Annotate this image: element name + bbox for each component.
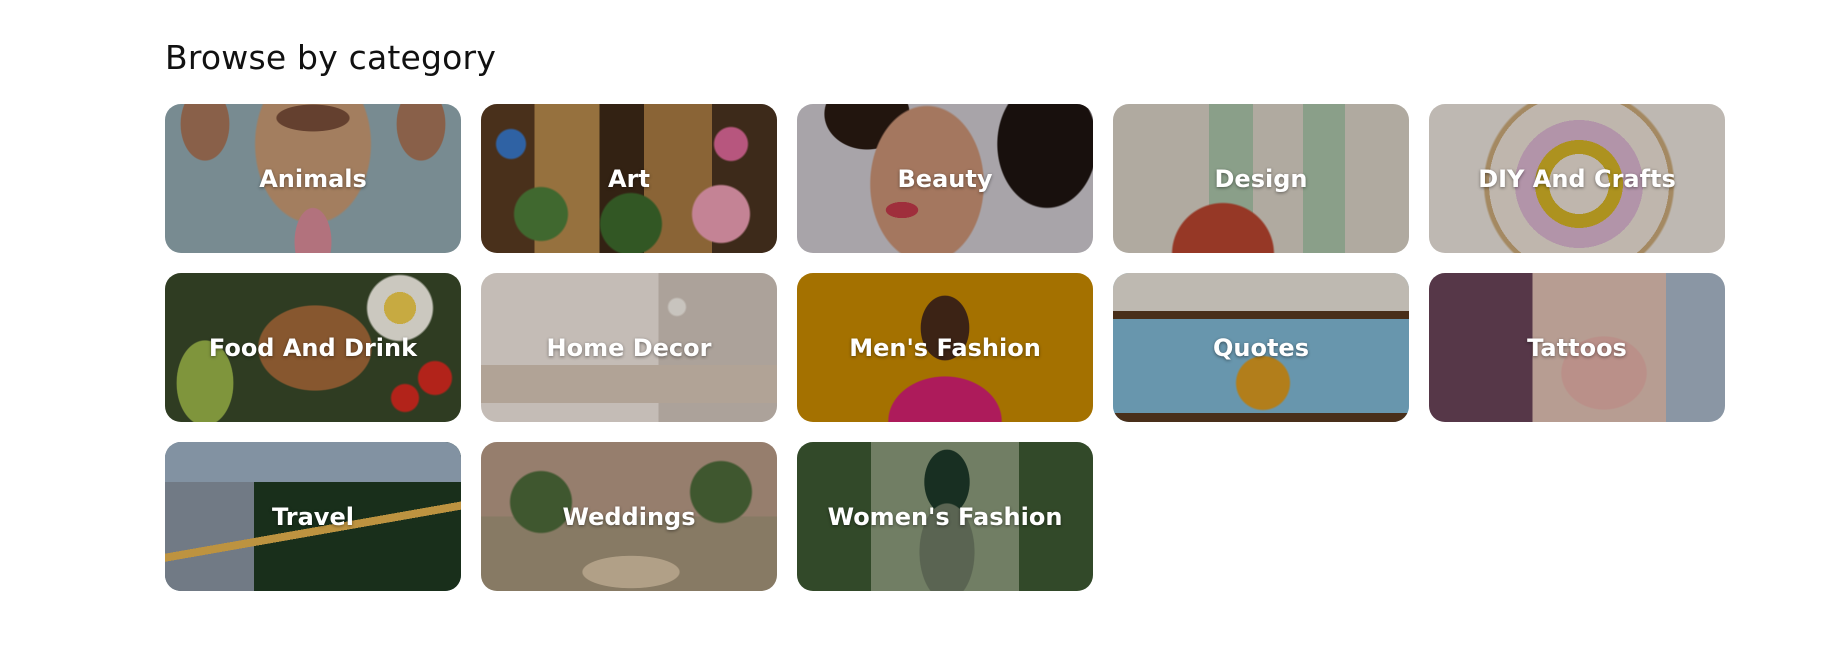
category-tile-travel[interactable]: Travel <box>165 442 461 591</box>
category-label: Home Decor <box>546 333 712 362</box>
category-tile-art[interactable]: Art <box>481 104 777 253</box>
category-label: Animals <box>259 164 367 193</box>
category-tile-quotes[interactable]: Quotes <box>1113 273 1409 422</box>
category-tile-mens-fashion[interactable]: Men's Fashion <box>797 273 1093 422</box>
category-tile-food-and-drink[interactable]: Food And Drink <box>165 273 461 422</box>
category-label: Weddings <box>562 502 696 531</box>
browse-by-category-section: Browse by category Animals Art Beauty De… <box>0 0 1842 659</box>
category-tile-design[interactable]: Design <box>1113 104 1409 253</box>
category-label: Men's Fashion <box>849 333 1041 362</box>
category-tile-animals[interactable]: Animals <box>165 104 461 253</box>
category-tile-home-decor[interactable]: Home Decor <box>481 273 777 422</box>
category-label: Women's Fashion <box>827 502 1063 531</box>
category-label: Travel <box>272 502 354 531</box>
category-tile-tattoos[interactable]: Tattoos <box>1429 273 1725 422</box>
category-tile-weddings[interactable]: Weddings <box>481 442 777 591</box>
category-tile-beauty[interactable]: Beauty <box>797 104 1093 253</box>
category-tile-womens-fashion[interactable]: Women's Fashion <box>797 442 1093 591</box>
category-label: Quotes <box>1212 333 1309 362</box>
category-label: Design <box>1214 164 1308 193</box>
category-label: Tattoos <box>1527 333 1627 362</box>
category-label: Beauty <box>897 164 993 193</box>
section-title: Browse by category <box>165 38 497 77</box>
category-label: DIY And Crafts <box>1478 164 1676 193</box>
category-grid: Animals Art Beauty Design DIY And Crafts… <box>165 104 1725 591</box>
category-tile-diy-and-crafts[interactable]: DIY And Crafts <box>1429 104 1725 253</box>
category-label: Food And Drink <box>208 333 418 362</box>
category-label: Art <box>608 164 650 193</box>
